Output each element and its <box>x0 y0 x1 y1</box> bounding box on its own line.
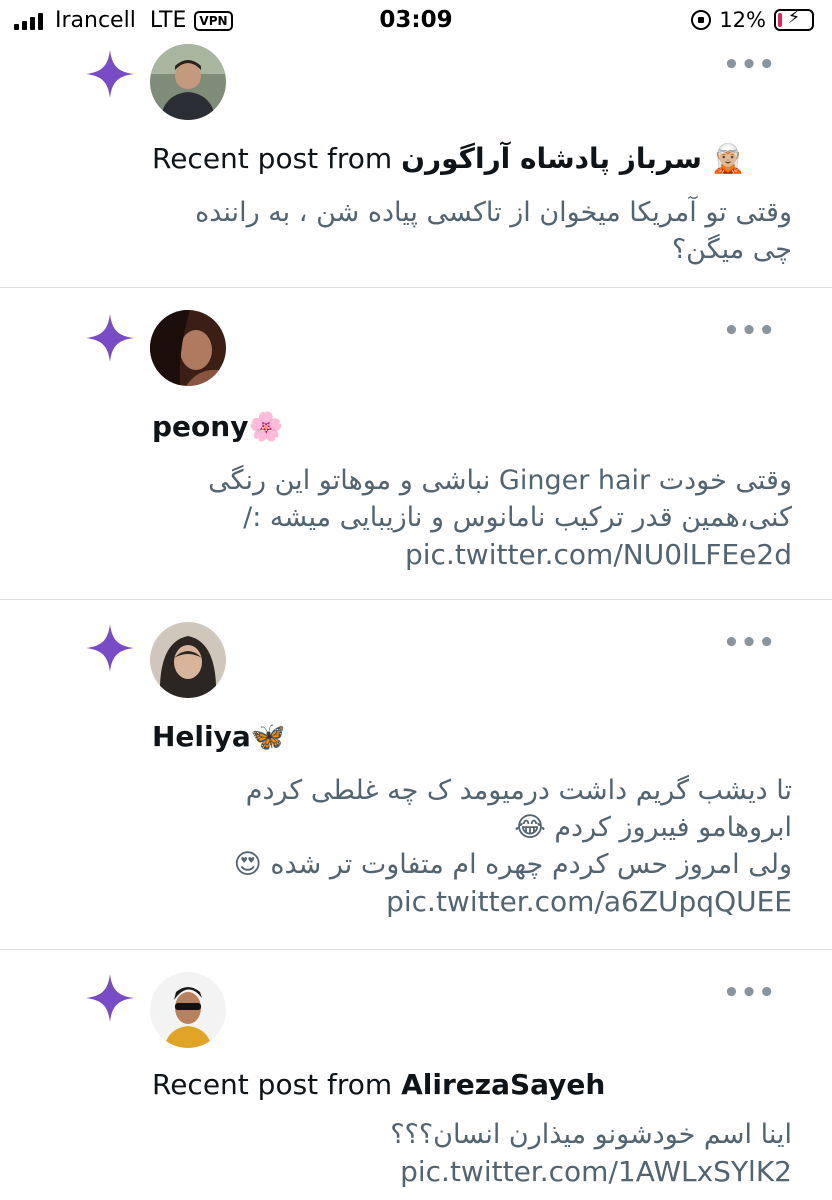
status-right: 12% ⚡ <box>691 7 814 32</box>
post-text-line: ولی امروز حس کردم چهره ام متفاوت تر شده … <box>233 849 792 880</box>
post-text-line: چی میگن؟ <box>671 234 792 265</box>
battery-icon: ⚡ <box>774 7 814 31</box>
more-icon[interactable]: ••• <box>723 628 776 658</box>
post-text[interactable]: وقتی خودت Ginger hair نباشی و موهاتو این… <box>140 462 792 573</box>
sparkle-icon <box>86 624 134 672</box>
post-text-line: ابروهامو فیبروز کردم 😂 <box>514 812 792 843</box>
post-text-line: اینا اسم خودشونو میذارن انسان؟؟؟ <box>390 1119 792 1150</box>
header-prefix: Recent post from <box>152 1068 393 1101</box>
avatar[interactable] <box>150 44 226 120</box>
author-name[interactable]: peony <box>152 410 248 443</box>
feed-item[interactable]: ••• peony🌸 وقتی خودت Ginger hair نباشی و… <box>0 288 832 600</box>
media-link[interactable]: pic.twitter.com/a6ZUpqQUEE <box>140 883 792 920</box>
more-icon[interactable]: ••• <box>723 316 776 346</box>
avatar[interactable] <box>150 310 226 386</box>
post-text[interactable]: اینا اسم خودشونو میذارن انسان؟؟؟ pic.twi… <box>140 1116 792 1190</box>
feed-item[interactable]: ••• Heliya🦋 تا دیشب گریم داشت درمیومد ک … <box>0 600 832 950</box>
post-header: Heliya🦋 <box>152 720 792 753</box>
sparkle-icon <box>86 50 134 98</box>
media-link[interactable]: pic.twitter.com/NU0lLFEe2d <box>140 536 792 573</box>
battery-percent: 12% <box>719 8 766 32</box>
avatar[interactable] <box>150 622 226 698</box>
post-header: Recent post from AlirezaSayeh <box>152 1068 792 1101</box>
post-text-line: وقتی خودت Ginger hair نباشی و موهاتو این… <box>208 465 792 496</box>
post-text-line: کنی،همین قدر ترکیب نامانوس و نازیبایی می… <box>243 502 792 533</box>
more-icon[interactable]: ••• <box>723 978 776 1008</box>
author-emoji: 🌸 <box>248 410 284 443</box>
author-emoji: 🧝🏼 <box>710 142 746 175</box>
avatar[interactable] <box>150 972 226 1048</box>
author-name[interactable]: سرباز پادشاه آراگورن <box>401 142 702 175</box>
author-name[interactable]: Heliya <box>152 720 251 753</box>
sparkle-icon <box>86 974 134 1022</box>
post-header: peony🌸 <box>152 410 792 443</box>
author-emoji: 🦋 <box>250 720 286 753</box>
header-prefix: Recent post from <box>152 142 393 175</box>
feed-item[interactable]: ••• Recent post from سرباز پادشاه آراگور… <box>0 40 832 288</box>
status-bar: Irancell LTE VPN 03:09 12% ⚡ <box>0 0 832 40</box>
post-text[interactable]: وقتی تو آمریکا میخوان از تاکسی پیاده شن … <box>140 194 792 268</box>
post-text-line: وقتی تو آمریکا میخوان از تاکسی پیاده شن … <box>195 197 792 228</box>
post-text-line: تا دیشب گریم داشت درمیومد ک چه غلطی کردم <box>245 775 792 806</box>
author-name[interactable]: AlirezaSayeh <box>401 1068 605 1101</box>
post-text[interactable]: تا دیشب گریم داشت درمیومد ک چه غلطی کردم… <box>140 772 792 920</box>
media-link[interactable]: pic.twitter.com/1AWLxSYlK2 <box>140 1153 792 1190</box>
post-header: Recent post from سرباز پادشاه آراگورن 🧝🏼 <box>152 142 792 175</box>
lock-rotation-icon <box>691 10 712 30</box>
feed-item[interactable]: ••• Recent post from AlirezaSayeh اینا ا… <box>0 950 832 1200</box>
more-icon[interactable]: ••• <box>723 50 776 80</box>
sparkle-icon <box>86 314 134 362</box>
